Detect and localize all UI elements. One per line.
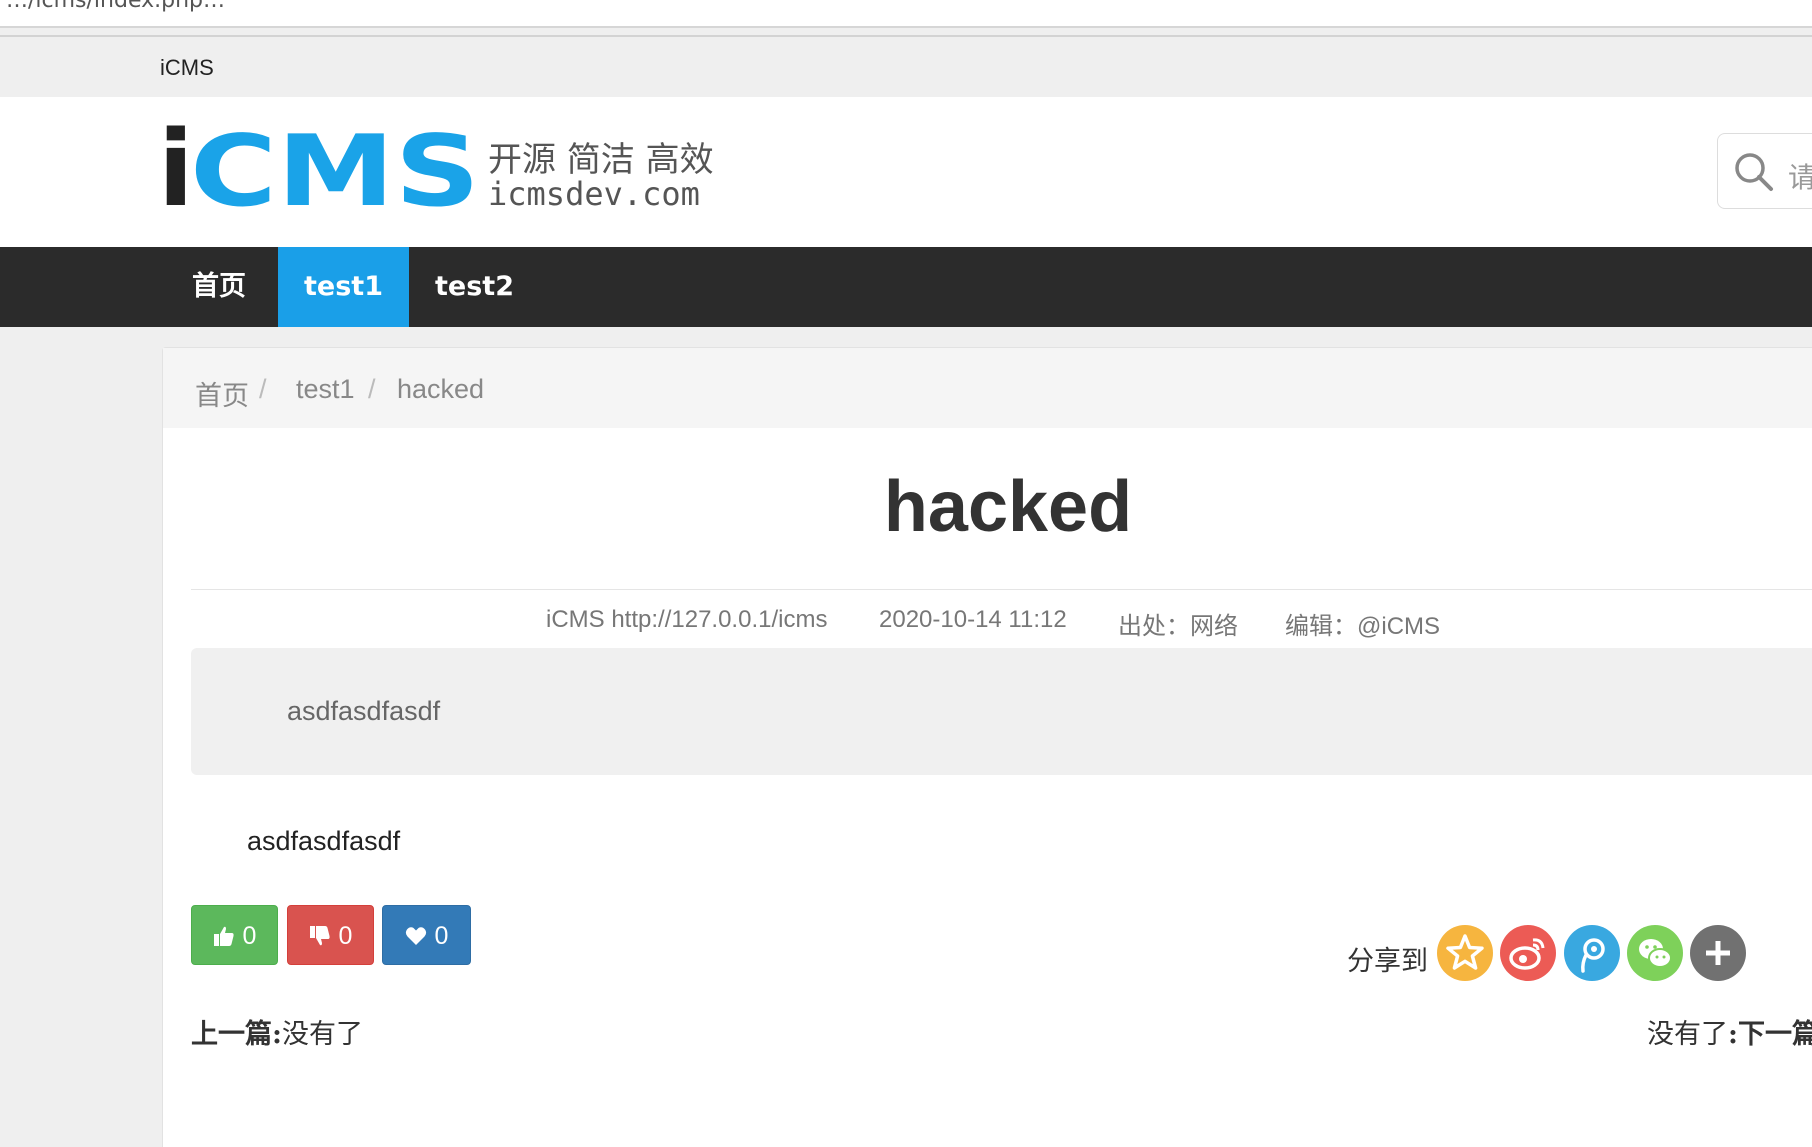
top-bar: iCMS xyxy=(0,35,1812,97)
dislike-button[interactable]: 0 xyxy=(287,905,374,965)
meta-site[interactable]: iCMS http://127.0.0.1/icms xyxy=(546,606,827,634)
search-icon xyxy=(1735,153,1773,191)
share-weibo-icon[interactable] xyxy=(1500,925,1556,981)
share-more-icon[interactable] xyxy=(1690,925,1746,981)
article-card: 首页 / test1 / hacked hacked iCMS http://1… xyxy=(162,347,1812,1147)
meta-date: 2020-10-14 11:12 xyxy=(879,606,1067,633)
logo-tagline: 开源 简洁 高效 xyxy=(488,140,714,180)
breadcrumb-category[interactable]: test1 xyxy=(296,374,355,405)
summary-text: asdfasdfasdf xyxy=(287,696,441,726)
prev-value: 没有了 xyxy=(281,1019,363,1050)
nav-item-home[interactable]: 首页 xyxy=(160,247,278,327)
site-logo[interactable]: i CMS 开源 简洁 高效 icmsdev.com xyxy=(158,125,738,225)
main-nav: 首页 test1 test2 xyxy=(0,247,1812,327)
svg-text:i: i xyxy=(158,125,194,225)
heart-icon xyxy=(405,927,426,945)
title-divider xyxy=(191,589,1812,590)
meta-source: 出处：网络 xyxy=(1118,613,1238,640)
search-placeholder: 请 xyxy=(1788,161,1812,194)
logo-domain: icmsdev.com xyxy=(488,175,700,213)
breadcrumb-separator: / xyxy=(368,374,376,404)
breadcrumb-separator: / xyxy=(259,374,267,404)
article-title: hacked xyxy=(883,467,1133,547)
next-article[interactable]: 没有了:下一篇 xyxy=(1647,1012,1812,1051)
prev-article[interactable]: 上一篇:没有了 xyxy=(191,1012,363,1051)
thumbs-up-icon xyxy=(213,926,234,946)
breadcrumb-current: hacked xyxy=(397,374,485,404)
search-box[interactable]: 请 xyxy=(1717,133,1812,209)
share-qzone-icon[interactable] xyxy=(1437,925,1493,981)
site-header: i CMS 开源 简洁 高效 icmsdev.com 请 xyxy=(0,97,1812,247)
article-summary: asdfasdfasdf xyxy=(191,648,1812,775)
browser-address-bar[interactable]: …/icms/index.php… xyxy=(0,0,1812,28)
prev-label: 上一篇 xyxy=(191,1019,272,1050)
breadcrumb-home[interactable]: 首页 xyxy=(195,374,249,413)
top-brand: iCMS xyxy=(160,55,214,80)
next-value: 没有了 xyxy=(1647,1019,1728,1050)
share-label: 分享到 xyxy=(1347,946,1428,977)
dislike-count: 0 xyxy=(338,922,353,950)
like-count: 0 xyxy=(242,922,257,950)
svg-text:CMS: CMS xyxy=(190,125,480,225)
next-label: 下一篇 xyxy=(1737,1019,1812,1050)
meta-editor[interactable]: 编辑：@iCMS xyxy=(1285,606,1440,641)
like-button[interactable]: 0 xyxy=(191,905,278,965)
share-wechat-icon[interactable] xyxy=(1627,925,1683,981)
nav-item-test2[interactable]: test2 xyxy=(409,247,540,327)
share-tencent-weibo-icon[interactable] xyxy=(1564,925,1620,981)
article-body: asdfasdfasdf xyxy=(247,826,401,856)
favorite-count: 0 xyxy=(434,922,449,950)
favorite-button[interactable]: 0 xyxy=(382,905,471,965)
thumbs-down-icon xyxy=(309,926,330,946)
nav-item-test1[interactable]: test1 xyxy=(278,247,409,327)
address-text: …/icms/index.php… xyxy=(6,0,225,13)
breadcrumb: 首页 / test1 / hacked xyxy=(163,348,1812,428)
